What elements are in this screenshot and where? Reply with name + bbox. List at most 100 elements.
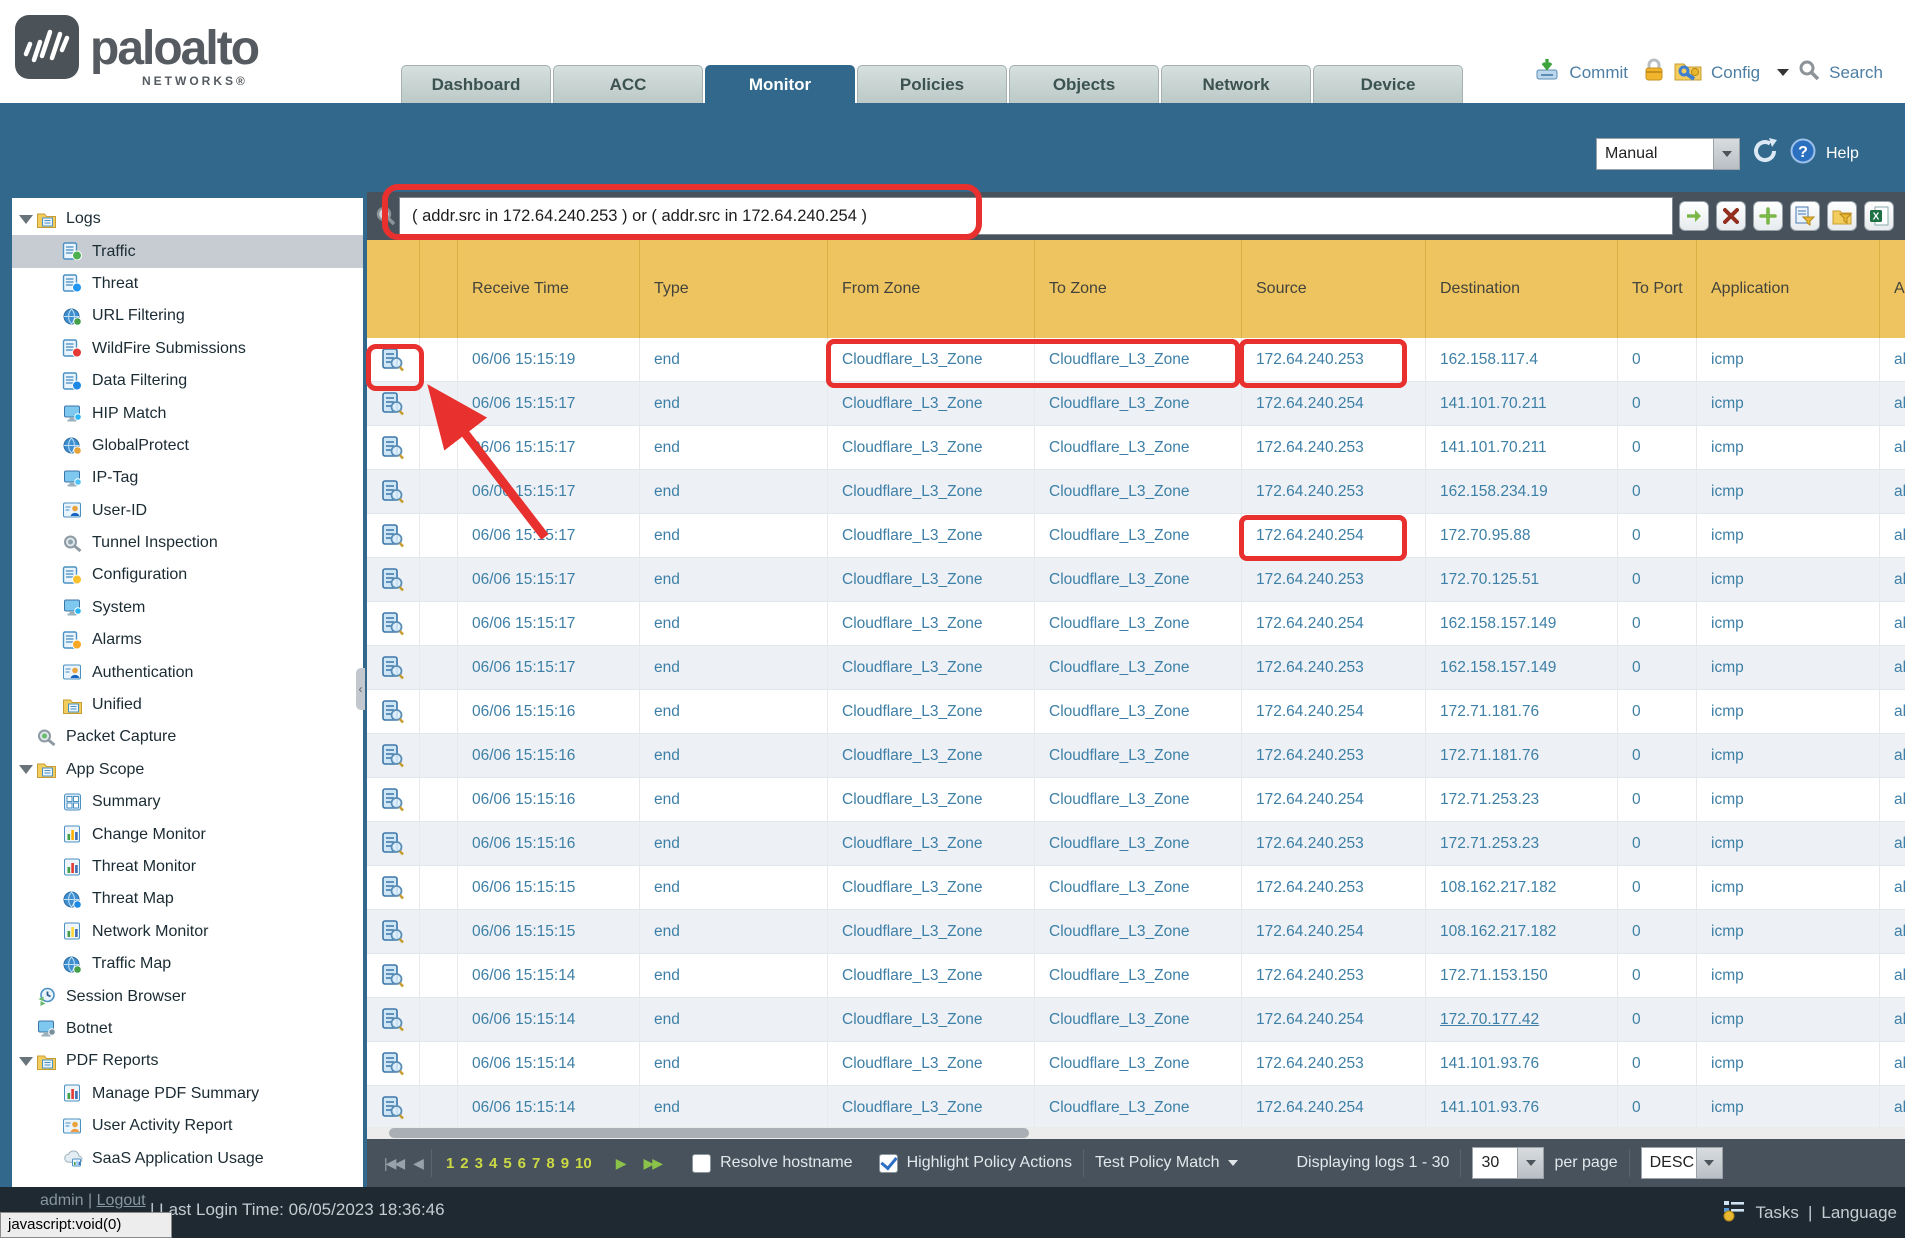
column-header-action[interactable]: Action [1880,240,1905,338]
cell-type[interactable]: end [640,558,828,602]
cell-to-port[interactable]: 0 [1618,998,1697,1042]
sidebar-item-threat-map[interactable]: Threat Map [12,883,363,915]
cell-destination[interactable]: 162.158.234.19 [1426,470,1618,514]
add-filter-button[interactable] [1753,201,1783,231]
page-number-7[interactable]: 7 [532,1155,540,1172]
expand-caret-icon[interactable] [19,765,33,774]
cell-application[interactable]: icmp [1697,778,1880,822]
sidebar-item-change-monitor[interactable]: Change Monitor [12,818,363,850]
cell-receive-time[interactable]: 06/06 15:15:17 [458,470,640,514]
highlight-policy-actions-checkbox[interactable] [879,1154,898,1173]
expand-caret-icon[interactable] [19,215,33,224]
cell-type[interactable]: end [640,602,828,646]
cell-application[interactable]: icmp [1697,470,1880,514]
cell-to-zone[interactable]: Cloudflare_L3_Zone [1035,778,1242,822]
help-label[interactable]: Help [1826,145,1859,163]
cell-action[interactable]: allow [1880,1042,1905,1086]
cell-action[interactable]: allow [1880,382,1905,426]
cell-from-zone[interactable]: Cloudflare_L3_Zone [828,866,1035,910]
sidebar-item-app-scope[interactable]: App Scope [12,754,363,786]
sidebar-item-configuration[interactable]: Configuration [12,559,363,591]
cell-to-port[interactable]: 0 [1618,646,1697,690]
log-detail-icon[interactable] [367,866,420,910]
cell-source[interactable]: 172.64.240.254 [1242,514,1426,558]
cell-from-zone[interactable]: Cloudflare_L3_Zone [828,646,1035,690]
per-page-select[interactable]: 30 [1472,1147,1544,1179]
sidebar-item-ip-tag[interactable]: IP-Tag [12,462,363,494]
cell-action[interactable]: allow [1880,338,1905,382]
cell-type[interactable]: end [640,734,828,778]
cell-type[interactable]: end [640,426,828,470]
cell-from-zone[interactable]: Cloudflare_L3_Zone [828,998,1035,1042]
cell-receive-time[interactable]: 06/06 15:15:17 [458,646,640,690]
language-button[interactable]: Language [1821,1203,1897,1223]
saved-filters-button[interactable] [1827,201,1857,231]
cell-to-zone[interactable]: Cloudflare_L3_Zone [1035,646,1242,690]
cell-application[interactable]: icmp [1697,866,1880,910]
search-button[interactable]: Search [1829,63,1883,83]
sidebar-item-user-activity-report[interactable]: User Activity Report [12,1110,363,1142]
export-button[interactable]: X [1864,201,1894,231]
cell-action[interactable]: allow [1880,426,1905,470]
cell-from-zone[interactable]: Cloudflare_L3_Zone [828,910,1035,954]
cell-source[interactable]: 172.64.240.253 [1242,822,1426,866]
cell-to-port[interactable]: 0 [1618,426,1697,470]
cell-action[interactable]: allow [1880,998,1905,1042]
cell-receive-time[interactable]: 06/06 15:15:15 [458,866,640,910]
cell-to-zone[interactable]: Cloudflare_L3_Zone [1035,954,1242,998]
sidebar-item-botnet[interactable]: Botnet [12,1013,363,1045]
page-number-5[interactable]: 5 [503,1155,511,1172]
cell-source[interactable]: 172.64.240.254 [1242,690,1426,734]
sidebar-item-threat-monitor[interactable]: Threat Monitor [12,851,363,883]
cell-receive-time[interactable]: 06/06 15:15:16 [458,734,640,778]
cell-type[interactable]: end [640,822,828,866]
log-detail-icon[interactable] [367,382,420,426]
expand-caret-icon[interactable] [19,1057,33,1066]
cell-destination[interactable]: 172.71.253.23 [1426,778,1618,822]
cell-from-zone[interactable]: Cloudflare_L3_Zone [828,734,1035,778]
cell-type[interactable]: end [640,998,828,1042]
cell-destination[interactable]: 162.158.117.4 [1426,338,1618,382]
cell-destination[interactable]: 108.162.217.182 [1426,866,1618,910]
sidebar-item-alarms[interactable]: Alarms [12,624,363,656]
prev-page-icon[interactable]: ◀ [413,1155,422,1172]
cell-to-zone[interactable]: Cloudflare_L3_Zone [1035,338,1242,382]
sidebar-item-url-filtering[interactable]: URL Filtering [12,300,363,332]
cell-action[interactable]: allow [1880,1086,1905,1130]
cell-type[interactable]: end [640,514,828,558]
cell-to-zone[interactable]: Cloudflare_L3_Zone [1035,866,1242,910]
cell-source[interactable]: 172.64.240.253 [1242,558,1426,602]
cell-source[interactable]: 172.64.240.253 [1242,734,1426,778]
cell-application[interactable]: icmp [1697,338,1880,382]
cell-application[interactable]: icmp [1697,602,1880,646]
cell-from-zone[interactable]: Cloudflare_L3_Zone [828,1086,1035,1130]
log-detail-icon[interactable] [367,514,420,558]
cell-destination[interactable]: 162.158.157.149 [1426,646,1618,690]
log-detail-icon[interactable] [367,954,420,998]
cell-action[interactable]: allow [1880,558,1905,602]
tab-device[interactable]: Device [1313,65,1463,103]
cell-to-port[interactable]: 0 [1618,778,1697,822]
cell-to-port[interactable]: 0 [1618,382,1697,426]
cell-source[interactable]: 172.64.240.253 [1242,646,1426,690]
log-detail-icon[interactable] [367,778,420,822]
cell-destination[interactable]: 141.101.93.76 [1426,1086,1618,1130]
refresh-icon[interactable] [1750,137,1780,170]
cell-application[interactable]: icmp [1697,426,1880,470]
cell-source[interactable]: 172.64.240.254 [1242,910,1426,954]
logout-link[interactable]: Logout [97,1192,146,1209]
cell-application[interactable]: icmp [1697,514,1880,558]
cell-action[interactable]: allow [1880,954,1905,998]
sort-order-caret-icon[interactable] [1697,1147,1723,1179]
cell-from-zone[interactable]: Cloudflare_L3_Zone [828,514,1035,558]
last-page-icon[interactable]: ▶▶ [644,1155,662,1172]
refresh-mode-caret-icon[interactable] [1714,138,1740,170]
lock-icon[interactable] [1643,58,1665,87]
sidebar-item-wildfire-submissions[interactable]: WildFire Submissions [12,333,363,365]
cell-receive-time[interactable]: 06/06 15:15:14 [458,1042,640,1086]
tab-objects[interactable]: Objects [1009,65,1159,103]
cell-source[interactable]: 172.64.240.253 [1242,954,1426,998]
cell-from-zone[interactable]: Cloudflare_L3_Zone [828,426,1035,470]
sort-order-select[interactable]: DESC [1641,1147,1723,1179]
cell-to-zone[interactable]: Cloudflare_L3_Zone [1035,910,1242,954]
